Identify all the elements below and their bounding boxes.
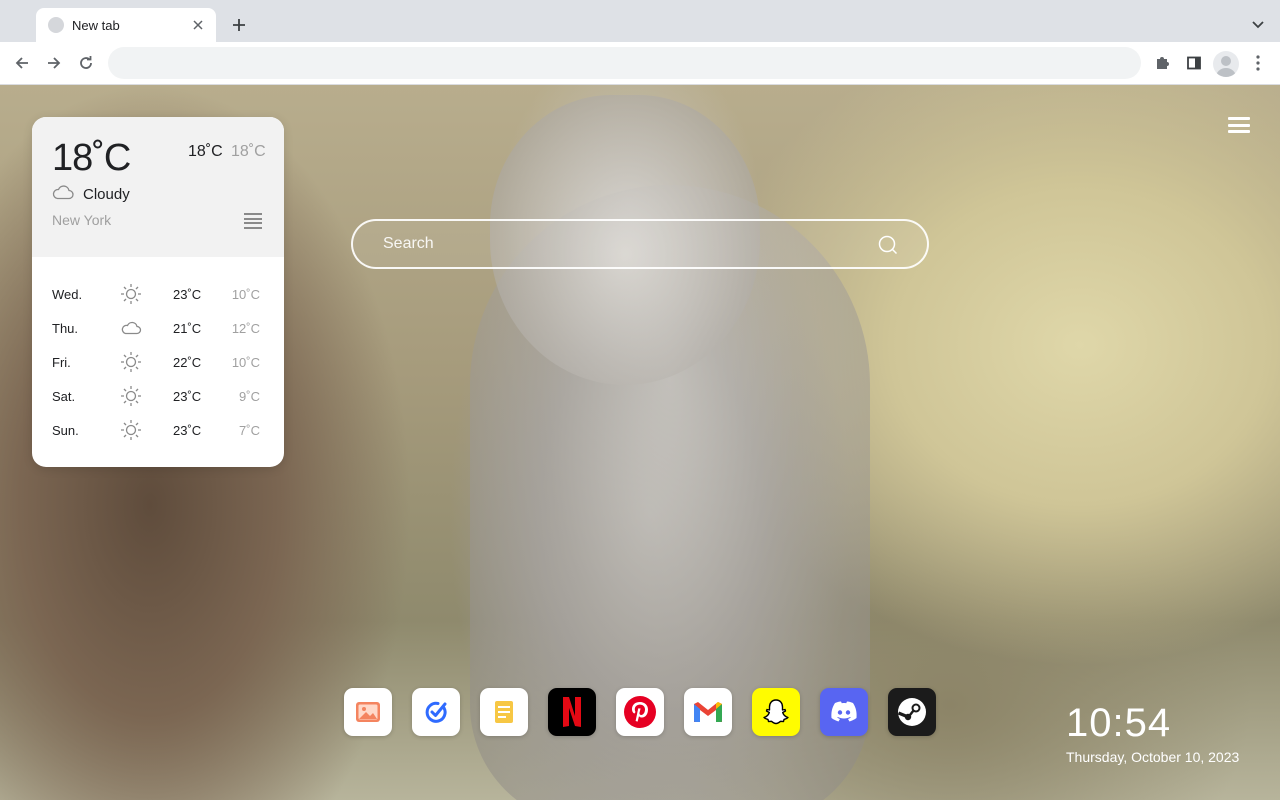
cloud-icon [121, 321, 142, 335]
weather-city: New York [52, 212, 112, 228]
tab-favicon-icon [48, 17, 64, 33]
forecast-row: Sun. 23˚C 7˚C [32, 413, 284, 447]
arrow-right-icon [48, 57, 61, 69]
current-temperature: 18˚C [52, 137, 131, 179]
forecast-low: 10˚C [231, 355, 260, 370]
shortcut-steam[interactable] [888, 688, 936, 736]
page-menu-button[interactable] [1228, 115, 1250, 135]
forecast-low: 10˚C [231, 287, 260, 302]
forecast-high: 23˚C [173, 389, 202, 404]
forecast-day: Sun. [52, 423, 79, 438]
weather-condition: Cloudy [83, 186, 130, 203]
extensions-button[interactable] [1148, 49, 1176, 77]
shortcut-gmail[interactable] [684, 688, 732, 736]
tab-new-tab[interactable]: New tab [36, 8, 216, 42]
browser-menu-button[interactable] [1244, 49, 1272, 77]
today-high: 18˚C [188, 143, 223, 160]
new-tab-page: 18˚C 18˚C 18˚C Cloudy New York Wed. 23˚C… [0, 85, 1280, 800]
forecast-day: Fri. [52, 355, 71, 370]
reload-icon [80, 56, 92, 69]
discord-icon [831, 701, 857, 722]
forecast-day: Sat. [52, 389, 76, 404]
cloud-icon [52, 185, 74, 200]
pinterest-icon [624, 696, 656, 728]
list-icon[interactable] [244, 213, 262, 229]
sun-icon [121, 352, 141, 372]
shortcut-notes[interactable] [480, 688, 528, 736]
search-input[interactable] [383, 221, 863, 267]
shortcut-netflix[interactable] [548, 688, 596, 736]
tasks-icon [425, 701, 447, 723]
notes-icon [495, 701, 513, 723]
back-button[interactable] [8, 49, 36, 77]
forecast-row: Fri. 22˚C 10˚C [32, 345, 284, 379]
new-tab-button[interactable] [227, 13, 251, 37]
snapchat-icon [763, 699, 789, 725]
arrow-left-icon [15, 57, 28, 69]
forecast-row: Wed. 23˚C 10˚C [32, 277, 284, 311]
netflix-icon [563, 697, 581, 727]
search-box [351, 219, 929, 269]
tab-close-button[interactable] [190, 17, 206, 33]
forecast-low: 12˚C [231, 321, 260, 336]
close-icon [193, 20, 203, 30]
forecast-day: Thu. [52, 321, 79, 336]
shortcut-pinterest[interactable] [616, 688, 664, 736]
search-icon[interactable] [877, 234, 899, 256]
address-bar[interactable] [108, 47, 1141, 79]
shortcut-photos[interactable] [344, 688, 392, 736]
gmail-icon [694, 702, 722, 722]
reload-button[interactable] [72, 49, 100, 77]
plus-icon [233, 19, 245, 31]
side-panel-icon [1187, 56, 1201, 70]
shortcut-discord[interactable] [820, 688, 868, 736]
forecast-low: 7˚C [239, 423, 260, 438]
forecast-row: Sat. 23˚C 9˚C [32, 379, 284, 413]
puzzle-icon [1157, 57, 1169, 69]
sun-icon [121, 386, 141, 406]
forecast-high: 21˚C [173, 321, 202, 336]
clock-date: Thursday, October 10, 2023 [1066, 749, 1240, 765]
clock-time: 10:54 [1066, 701, 1172, 745]
sun-icon [121, 284, 141, 304]
today-low: 18˚C [231, 143, 266, 160]
more-vert-icon [1256, 55, 1260, 71]
forecast-row: Thu. 21˚C 12˚C [32, 311, 284, 345]
weather-widget[interactable]: 18˚C 18˚C 18˚C Cloudy New York Wed. 23˚C… [32, 117, 284, 467]
profile-avatar[interactable] [1213, 51, 1239, 77]
shortcut-snapchat[interactable] [752, 688, 800, 736]
tab-search-button[interactable] [1246, 13, 1270, 37]
forecast-day: Wed. [52, 287, 83, 302]
weather-current: 18˚C 18˚C 18˚C Cloudy New York [32, 117, 284, 257]
forecast-low: 9˚C [239, 389, 260, 404]
chevron-down-icon [1252, 21, 1264, 29]
forecast-high: 23˚C [173, 287, 202, 302]
person-icon [1216, 56, 1236, 77]
forward-button[interactable] [40, 49, 68, 77]
sun-icon [121, 420, 141, 440]
forecast-high: 23˚C [173, 423, 202, 438]
browser-toolbar [0, 42, 1280, 85]
shortcut-tasks[interactable] [412, 688, 460, 736]
side-panel-button[interactable] [1180, 49, 1208, 77]
forecast-high: 22˚C [173, 355, 202, 370]
steam-icon [897, 698, 926, 726]
photos-icon [356, 702, 380, 722]
tab-title: New tab [72, 17, 120, 33]
hamburger-icon [1228, 117, 1250, 120]
tab-strip: New tab [0, 0, 1280, 42]
